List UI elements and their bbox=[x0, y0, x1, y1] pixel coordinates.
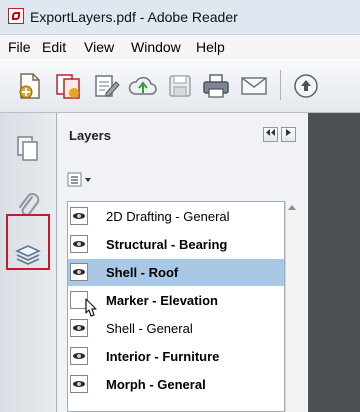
layers-scrollbar[interactable] bbox=[285, 201, 297, 412]
layer-row[interactable]: Structural - Bearing bbox=[68, 231, 284, 258]
toolbar-separator bbox=[280, 70, 281, 100]
eye-icon bbox=[73, 213, 85, 219]
layers-panel-title: Layers bbox=[69, 128, 111, 143]
mouse-pointer-icon bbox=[81, 298, 97, 325]
adobe-reader-icon bbox=[8, 8, 24, 24]
layer-label: Marker - Elevation bbox=[106, 293, 218, 308]
menu-file[interactable]: File bbox=[8, 39, 31, 55]
menu-help[interactable]: Help bbox=[196, 39, 225, 55]
layer-label: 2D Drafting - General bbox=[106, 209, 230, 224]
scroll-up-arrow-icon[interactable] bbox=[288, 205, 296, 210]
upload-cloud-icon[interactable] bbox=[127, 70, 159, 102]
eye-icon bbox=[73, 353, 85, 359]
email-icon[interactable] bbox=[238, 70, 270, 102]
create-pdf-icon[interactable] bbox=[14, 70, 46, 102]
sign-icon[interactable] bbox=[90, 70, 122, 102]
menu-window[interactable]: Window bbox=[131, 39, 181, 55]
combine-files-icon[interactable] bbox=[52, 70, 84, 102]
layers-list: 2D Drafting - General Structural - Bearin… bbox=[67, 201, 285, 412]
layer-label: Morph - General bbox=[106, 377, 206, 392]
layers-panel: Layers 2D Drafting - General Structural -… bbox=[57, 113, 307, 412]
title-bar: ExportLayers.pdf - Adobe Reader bbox=[0, 0, 360, 35]
previous-page-icon[interactable] bbox=[290, 70, 322, 102]
layer-row[interactable]: 2D Drafting - General bbox=[68, 203, 284, 230]
save-icon[interactable] bbox=[164, 70, 196, 102]
layer-row[interactable]: Interior - Furniture bbox=[68, 343, 284, 370]
layer-visibility-toggle[interactable] bbox=[70, 235, 88, 253]
print-icon[interactable] bbox=[200, 70, 232, 102]
expand-panel-button[interactable] bbox=[281, 127, 296, 142]
layer-label: Shell - General bbox=[106, 321, 193, 336]
layer-visibility-toggle[interactable] bbox=[70, 375, 88, 393]
layer-row[interactable]: Morph - General bbox=[68, 371, 284, 398]
window-title: ExportLayers.pdf - Adobe Reader bbox=[30, 9, 238, 25]
layer-label: Interior - Furniture bbox=[106, 349, 220, 364]
layer-row[interactable]: Marker - Elevation bbox=[68, 287, 284, 314]
eye-icon bbox=[73, 325, 85, 331]
collapse-panel-button[interactable] bbox=[263, 127, 278, 142]
toolbar bbox=[0, 60, 360, 113]
layer-label: Structural - Bearing bbox=[106, 237, 228, 252]
layer-visibility-toggle[interactable] bbox=[70, 207, 88, 225]
layer-row[interactable]: Shell - General bbox=[68, 315, 284, 342]
layer-options-button[interactable] bbox=[67, 171, 93, 189]
layer-row[interactable]: Shell - Roof bbox=[68, 259, 284, 286]
eye-icon bbox=[73, 241, 85, 247]
menu-view[interactable]: View bbox=[84, 39, 114, 55]
layer-label: Shell - Roof bbox=[106, 265, 179, 280]
document-view[interactable] bbox=[308, 113, 360, 412]
menu-bar: File Edit View Window Help bbox=[0, 35, 360, 59]
eye-icon bbox=[73, 269, 85, 275]
menu-edit[interactable]: Edit bbox=[42, 39, 66, 55]
pages-icon[interactable] bbox=[10, 131, 46, 167]
layer-visibility-toggle[interactable] bbox=[70, 263, 88, 281]
layers-nav-highlight bbox=[6, 214, 50, 270]
layer-visibility-toggle[interactable] bbox=[70, 347, 88, 365]
eye-icon bbox=[73, 381, 85, 387]
